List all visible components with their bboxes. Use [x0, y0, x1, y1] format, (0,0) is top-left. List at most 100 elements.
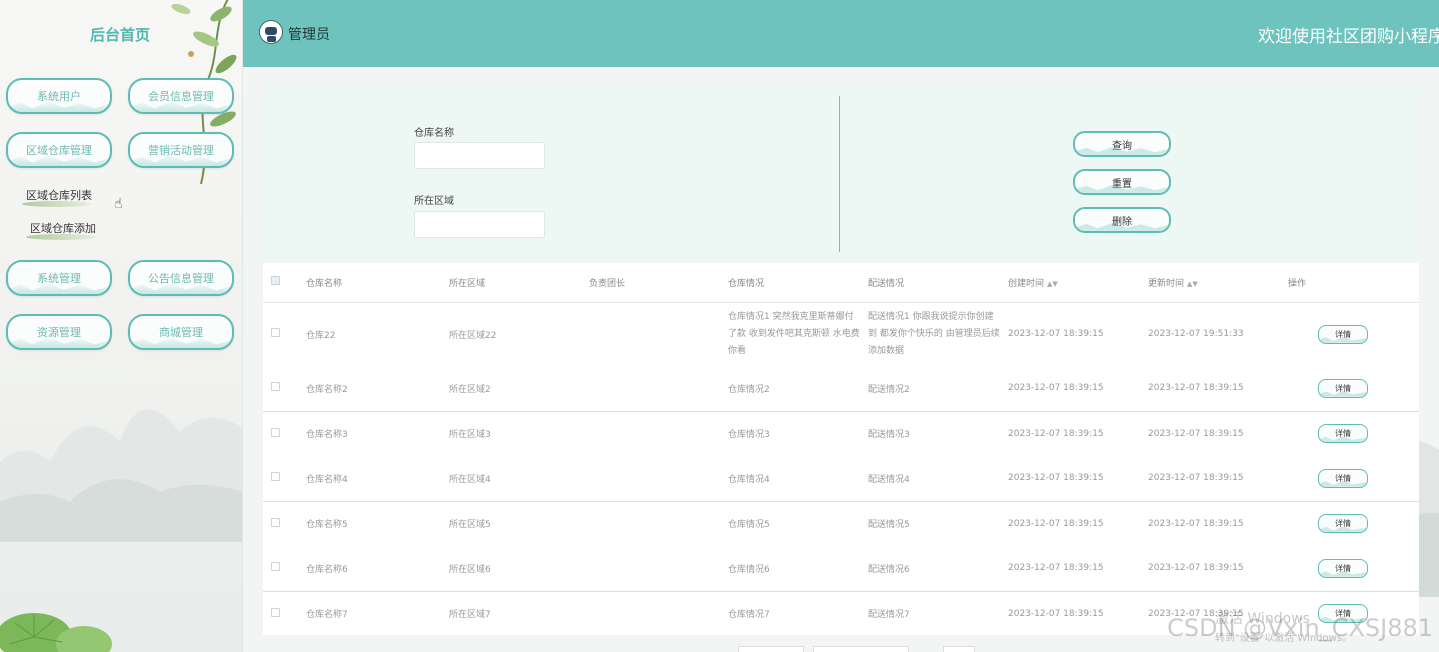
menu-label: 营销活动管理	[148, 144, 214, 157]
menu-system-users[interactable]: 系统用户	[6, 78, 112, 114]
row-checkbox[interactable]	[271, 328, 280, 338]
cell-region: 所在区域5	[449, 520, 491, 531]
cell-region: 所在区域2	[441, 366, 581, 412]
detail-button[interactable]: 详情	[1318, 424, 1368, 444]
warehouse-name-input[interactable]	[414, 142, 545, 169]
menu-resource[interactable]: 资源管理	[6, 314, 112, 350]
delete-button[interactable]: 删除	[1073, 207, 1171, 233]
column-header-created[interactable]: 创建时间 ▲▼	[1000, 263, 1140, 303]
button-label: 查询	[1112, 140, 1132, 152]
menu-region-warehouse[interactable]: 区域仓库管理	[6, 132, 112, 168]
button-label: 详情	[1335, 519, 1351, 529]
cell-status: 仓库情况5	[728, 520, 770, 531]
row-checkbox-cell	[263, 456, 298, 502]
column-header: 负责团长	[581, 263, 720, 303]
cell-created: 2023-12-07 18:39:15	[1008, 428, 1104, 439]
button-label: 重置	[1112, 178, 1132, 190]
row-checkbox[interactable]	[271, 472, 280, 482]
detail-button[interactable]: 详情	[1318, 468, 1368, 488]
menu-notice[interactable]: 公告信息管理	[128, 260, 234, 296]
button-label: 详情	[1335, 329, 1351, 339]
table-header-row: 仓库名称 所在区域 负责团长 仓库情况 配送情况 创建时间 ▲▼ 更新时间 ▲▼ 操…	[263, 263, 1419, 303]
column-header-updated[interactable]: 更新时间 ▲▼	[1140, 263, 1280, 303]
column-header: 仓库名称	[298, 263, 441, 303]
detail-button[interactable]: 详情	[1318, 514, 1368, 534]
cell-created: 2023-12-07 18:39:15	[1000, 546, 1140, 592]
query-button[interactable]: 查询	[1073, 131, 1171, 157]
hand-cursor-icon: ☝	[114, 196, 123, 212]
csdn-watermark: CSDN @Vxin_CXSJ881	[1167, 614, 1433, 642]
cell-name: 仓库名称4	[298, 456, 441, 502]
row-checkbox[interactable]	[271, 562, 280, 572]
row-checkbox-cell	[263, 591, 298, 636]
submenu-warehouse-add[interactable]: 区域仓库添加	[26, 220, 96, 240]
cell-region: 所在区域6	[441, 546, 581, 592]
cell-status: 仓库情况7	[728, 610, 770, 621]
row-checkbox[interactable]	[271, 382, 280, 392]
cell-leader	[581, 501, 720, 546]
cell-leader	[581, 302, 720, 366]
cell-created: 2023-12-07 18:39:15	[1008, 329, 1104, 340]
row-checkbox[interactable]	[271, 427, 280, 437]
detail-button[interactable]: 详情	[1318, 324, 1368, 344]
menu-label: 商城管理	[159, 326, 203, 339]
row-checkbox-cell	[263, 366, 298, 412]
avatar[interactable]	[259, 20, 283, 44]
submenu-label: 区域仓库添加	[30, 222, 96, 235]
row-checkbox-cell	[263, 411, 298, 456]
cell-delivery: 配送情况5	[868, 520, 910, 531]
sort-icon[interactable]: ▲▼	[1187, 280, 1198, 288]
cell-created: 2023-12-07 18:39:15	[1008, 608, 1104, 619]
cell-leader	[581, 591, 720, 636]
cell-created: 2023-12-07 18:39:15	[1008, 518, 1104, 529]
row-checkbox-cell	[263, 546, 298, 592]
cell-actions: 详情	[1280, 411, 1419, 456]
cell-region: 所在区域7	[449, 610, 491, 621]
cell-status: 仓库情况6	[720, 546, 860, 592]
cell-created: 2023-12-07 18:39:15	[1000, 456, 1140, 502]
cell-name: 仓库名称2	[298, 366, 441, 412]
welcome-text: 欢迎使用社区团购小程序	[1258, 27, 1439, 47]
row-checkbox[interactable]	[271, 607, 280, 617]
submenu-label: 区域仓库列表	[26, 189, 92, 202]
menu-label: 区域仓库管理	[26, 144, 92, 157]
warehouse-table: 仓库名称 所在区域 负责团长 仓库情况 配送情况 创建时间 ▲▼ 更新时间 ▲▼ 操…	[263, 263, 1419, 635]
menu-member-info[interactable]: 会员信息管理	[128, 78, 234, 114]
sidebar: 后台首页 系统用户 会员信息管理 区域仓库管理 营销活动管理 区域仓库列表 区域…	[0, 0, 243, 652]
admin-name[interactable]: 管理员	[288, 24, 330, 44]
table-row: 仓库名称6 所在区域6 仓库情况6 配送情况6 2023-12-07 18:39…	[263, 546, 1419, 592]
cell-delivery: 配送情况7	[868, 610, 910, 621]
cell-delivery: 配送情况2	[860, 366, 1000, 412]
sort-icon[interactable]: ▲▼	[1047, 280, 1058, 288]
detail-button[interactable]: 详情	[1318, 378, 1368, 398]
cell-created: 2023-12-07 18:39:15	[1000, 366, 1140, 412]
cell-status: 仓库情况1 突然我克里斯蒂娜付了款 收到发件吧其克斯顿 水电费你看	[728, 311, 860, 356]
submenu-warehouse-list[interactable]: 区域仓库列表	[22, 187, 92, 207]
menu-label: 公告信息管理	[148, 272, 214, 285]
column-header: 配送情况	[860, 263, 1000, 303]
detail-button[interactable]: 详情	[1318, 558, 1368, 578]
page-jump-input[interactable]	[813, 646, 909, 652]
table-row: 仓库名称3 所在区域3 仓库情况3 配送情况3 2023-12-07 18:39…	[263, 411, 1419, 456]
cell-updated: 2023-12-07 18:39:15	[1148, 518, 1244, 529]
table-row: 仓库名称4 所在区域4 仓库情况4 配送情况4 2023-12-07 18:39…	[263, 456, 1419, 502]
cell-name: 仓库名称5	[306, 520, 348, 531]
menu-marketing[interactable]: 营销活动管理	[128, 132, 234, 168]
page-size-select[interactable]	[738, 646, 804, 652]
row-checkbox[interactable]	[271, 517, 280, 527]
column-header: 仓库情况	[720, 263, 860, 303]
page-number-input[interactable]	[943, 646, 975, 652]
table-row: 仓库名称5 所在区域5 仓库情况5 配送情况5 2023-12-07 18:39…	[263, 501, 1419, 546]
cell-leader	[581, 411, 720, 456]
reset-button[interactable]: 重置	[1073, 169, 1171, 195]
button-label: 详情	[1335, 563, 1351, 573]
brand-title[interactable]: 后台首页	[0, 24, 240, 45]
select-all-checkbox[interactable]	[271, 276, 280, 286]
row-checkbox-cell	[263, 302, 298, 366]
menu-mall[interactable]: 商城管理	[128, 314, 234, 350]
cell-updated: 2023-12-07 18:39:15	[1140, 546, 1280, 592]
cell-region: 所在区域3	[449, 430, 491, 441]
region-input[interactable]	[414, 211, 545, 238]
menu-system-manage[interactable]: 系统管理	[6, 260, 112, 296]
menu-label: 系统管理	[37, 272, 81, 285]
